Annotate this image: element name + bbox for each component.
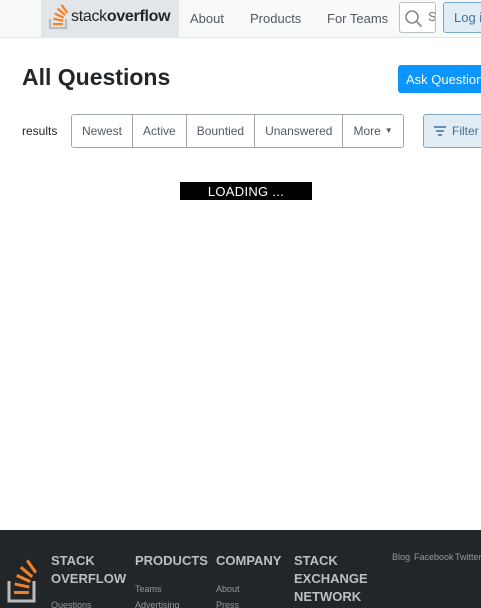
- nav-for-teams[interactable]: For Teams: [327, 11, 388, 26]
- tab-unanswered[interactable]: Unanswered: [255, 115, 344, 147]
- logo-text-bold: overflow: [106, 8, 171, 25]
- tab-more-label: More: [353, 124, 381, 138]
- footer-title-products[interactable]: PRODUCTS: [135, 552, 208, 570]
- tab-bountied[interactable]: Bountied: [186, 115, 256, 147]
- filter-icon: [434, 126, 446, 136]
- tab-more[interactable]: More ▼: [343, 115, 403, 147]
- footer-link-teams[interactable]: Teams: [135, 584, 162, 594]
- logo-link[interactable]: stackoverflow: [41, 0, 179, 37]
- footer-link-about[interactable]: About: [216, 584, 240, 594]
- footer-title-stack-overflow[interactable]: STACK OVERFLOW: [51, 552, 131, 588]
- search-input[interactable]: [428, 9, 435, 24]
- stack-overflow-logo-icon[interactable]: [6, 553, 40, 605]
- filter-button[interactable]: Filter: [423, 114, 481, 148]
- login-button[interactable]: Log in: [443, 2, 481, 33]
- search-icon: [405, 10, 423, 28]
- top-bar: stackoverflow About Products For Teams L…: [0, 0, 481, 38]
- results-count: results: [22, 124, 58, 138]
- ask-question-button[interactable]: Ask Question: [398, 65, 481, 93]
- site-footer: STACK OVERFLOW PRODUCTS COMPANY STACK EX…: [0, 530, 481, 608]
- sort-tabs: Newest Active Bountied Unanswered More ▼: [71, 114, 404, 148]
- page-title: All Questions: [22, 64, 171, 90]
- search-box[interactable]: [399, 2, 436, 33]
- tab-active[interactable]: Active: [133, 115, 187, 147]
- logo-text-light: stack: [71, 8, 107, 25]
- nav-about[interactable]: About: [190, 11, 224, 26]
- filter-label: Filter: [452, 124, 479, 138]
- footer-title-company[interactable]: COMPANY: [216, 552, 281, 570]
- loading-indicator: LOADING ...: [180, 182, 312, 200]
- footer-social-facebook[interactable]: Facebook: [414, 552, 454, 562]
- footer-social-blog[interactable]: Blog: [392, 552, 410, 562]
- footer-link-questions[interactable]: Questions: [51, 600, 92, 608]
- footer-title-stack-exchange-network[interactable]: STACK EXCHANGE NETWORK: [294, 552, 384, 606]
- footer-link-advertising[interactable]: Advertising: [135, 600, 180, 608]
- footer-social-twitter[interactable]: Twitter: [455, 552, 481, 562]
- nav-products[interactable]: Products: [250, 11, 301, 26]
- tab-newest[interactable]: Newest: [72, 115, 134, 147]
- stack-overflow-logo-icon: [48, 4, 69, 30]
- footer-link-press[interactable]: Press: [216, 600, 239, 608]
- chevron-down-icon: ▼: [384, 126, 393, 135]
- logo-wordmark: stackoverflow: [71, 8, 171, 26]
